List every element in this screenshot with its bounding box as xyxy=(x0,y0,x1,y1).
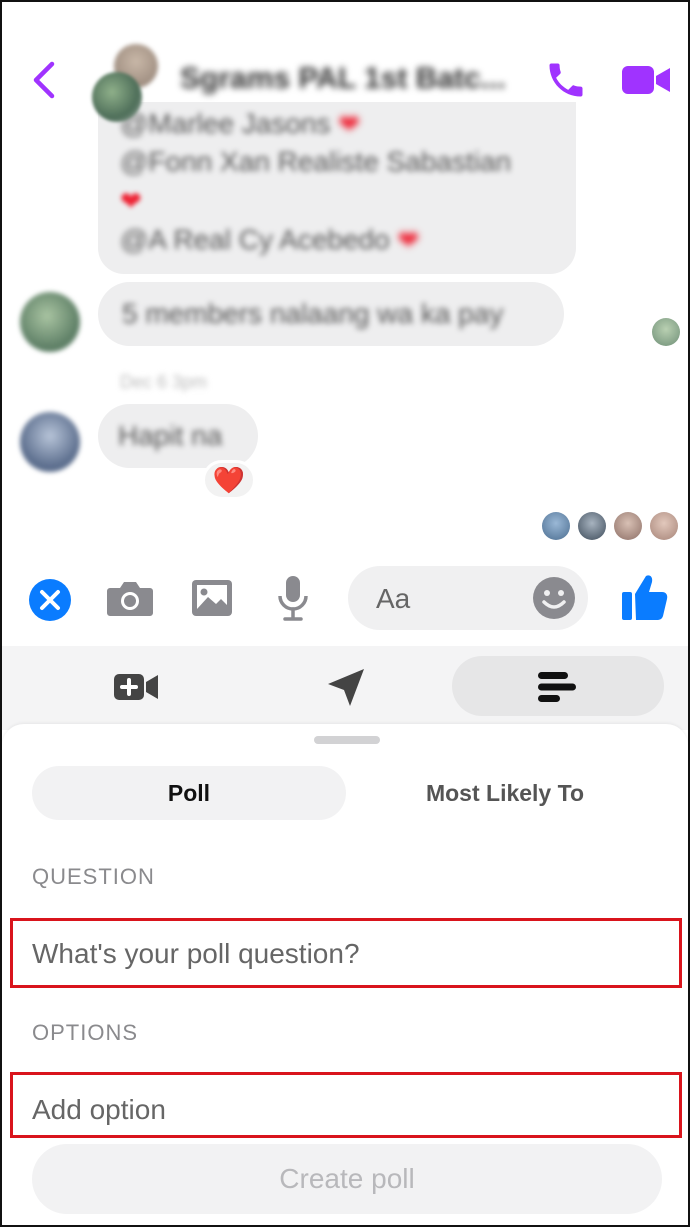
seen-avatar xyxy=(578,512,606,540)
video-camera-icon[interactable] xyxy=(620,60,672,100)
seen-avatar xyxy=(542,512,570,540)
screen: @Marlee Jasons ❤ @Fonn Xan Realiste Saba… xyxy=(0,0,690,1227)
camera-icon[interactable] xyxy=(106,578,154,623)
thumbs-up-icon[interactable] xyxy=(620,572,668,627)
seen-avatar xyxy=(614,512,642,540)
message-composer: Aa xyxy=(2,564,688,634)
image-icon[interactable] xyxy=(190,578,234,623)
poll-icon[interactable] xyxy=(536,670,578,730)
tab-most-likely-to[interactable]: Most Likely To xyxy=(348,766,662,820)
microphone-icon[interactable] xyxy=(274,574,312,627)
emoji-icon[interactable] xyxy=(532,576,576,620)
option-highlight-box xyxy=(10,1072,682,1138)
location-arrow-icon[interactable] xyxy=(324,666,368,726)
conversation-title[interactable]: Sgrams PAL 1st Batc... xyxy=(180,62,506,96)
sender-avatar[interactable] xyxy=(20,292,80,352)
message-input[interactable]: Aa xyxy=(348,566,588,630)
question-highlight-box xyxy=(10,918,682,988)
create-poll-button[interactable]: Create poll xyxy=(32,1144,662,1214)
sender-avatar[interactable] xyxy=(20,412,80,472)
message-bubble: Hapit na xyxy=(98,404,258,468)
message-bubble-mentions: @Marlee Jasons ❤ @Fonn Xan Realiste Saba… xyxy=(98,102,576,274)
question-section-label: QUESTION xyxy=(32,864,155,889)
back-chevron-icon[interactable] xyxy=(28,60,62,100)
message-input-placeholder: Aa xyxy=(376,583,411,614)
sheet-grabber[interactable] xyxy=(314,736,380,744)
message-text: Hapit na xyxy=(118,420,223,451)
phone-icon[interactable] xyxy=(544,58,588,102)
options-section-label: OPTIONS xyxy=(32,1020,139,1045)
mention-line-2: @Fonn Xan Realiste Sabastian xyxy=(120,146,512,177)
add-video-icon[interactable] xyxy=(112,670,160,730)
heart-emoji: ❤ xyxy=(120,186,142,216)
extensions-bar xyxy=(2,646,688,730)
heart-reaction[interactable]: ❤️ xyxy=(202,460,256,500)
poll-sheet: Poll Most Likely To QUESTION What's your… xyxy=(2,724,688,1225)
read-receipt-avatar xyxy=(652,318,680,346)
mention-line-3: @A Real Cy Acebedo xyxy=(120,224,390,255)
conversation-header: Sgrams PAL 1st Batc... xyxy=(2,32,688,122)
group-avatar[interactable] xyxy=(92,72,142,122)
message-bubble: 5 members nalaang wa ka pay xyxy=(98,282,564,346)
close-icon[interactable] xyxy=(28,578,72,627)
message-text: 5 members nalaang wa ka pay xyxy=(122,298,504,329)
timestamp: Dec 6 3pm xyxy=(120,372,208,392)
tab-poll[interactable]: Poll xyxy=(32,766,346,820)
seen-avatar xyxy=(650,512,678,540)
